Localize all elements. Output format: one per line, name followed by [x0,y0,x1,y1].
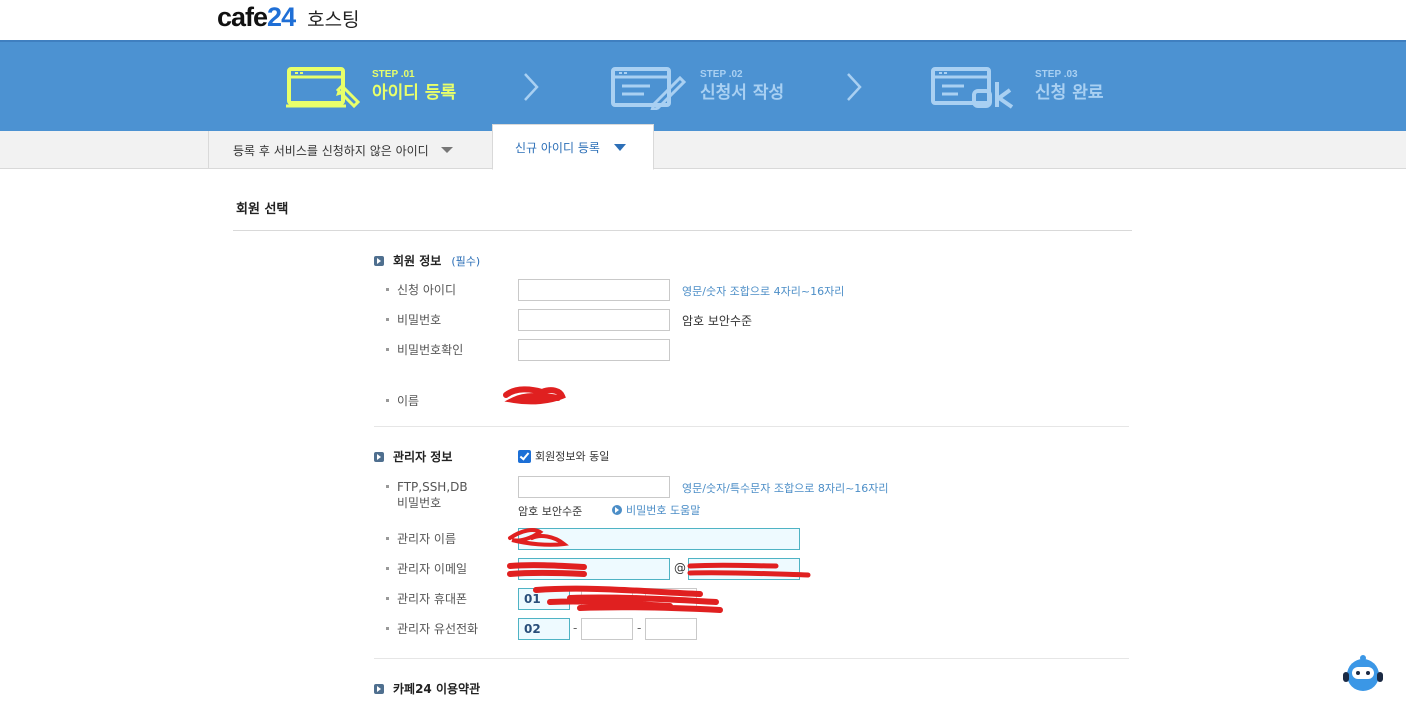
admin-mobile-middle-input[interactable] [581,588,633,610]
ok-icon [930,64,1022,113]
group-divider [374,426,1129,427]
email-at-sign: @ [674,561,686,575]
password-strength-text: 암호 보안수준 [682,314,753,328]
password-confirm-label: 비밀번호확인 [386,342,463,358]
chevron-down-icon [613,143,626,151]
bullet-arrow-icon [374,255,384,266]
admin-info-title: 관리자 정보 [393,450,453,464]
admin-email-domain-input[interactable] [688,558,800,580]
step-2-number: STEP .02 [700,69,743,80]
member-info-title: 회원 정보 [393,254,442,268]
phone-dash-1: - [573,621,578,635]
admin-mobile-last-input[interactable] [645,588,697,610]
step-banner: STEP .01 아이디 등록 STEP .02 신청서 작성 STEP .03… [0,40,1406,131]
step-arrow-1-icon [522,72,540,105]
section-title: 회원 선택 [236,202,289,217]
admin-info-heading: 관리자 정보 [374,448,452,465]
step-arrow-2-icon [845,72,863,105]
apply-id-input[interactable] [518,279,670,301]
chatbot-button[interactable] [1340,654,1386,694]
password-label: 비밀번호 [386,312,441,328]
section-divider [233,230,1132,231]
tab-registered-unused-id[interactable]: 등록 후 서비스를 신청하지 않은 아이디 [208,131,493,169]
admin-mobile-prefix-input[interactable]: 01 [518,588,570,610]
admin-name-label: 관리자 이름 [386,531,456,547]
password-help-link[interactable]: 비밀번호 도움말 [612,502,700,518]
apply-id-label: 신청 아이디 [386,282,456,298]
tab-bar: 등록 후 서비스를 신청하지 않은 아이디 신규 아이디 등록 [0,124,1406,170]
member-info-heading: 회원 정보 (필수) [374,252,480,269]
admin-name-input[interactable] [518,528,800,550]
tab-registered-unused-id-label: 등록 후 서비스를 신청하지 않은 아이디 [233,143,429,158]
admin-email-label: 관리자 이메일 [386,561,467,577]
admin-email-id-input[interactable] [518,558,670,580]
tab-new-id-registration[interactable]: 신규 아이디 등록 [492,124,654,170]
step-1-title: 아이디 등록 [372,83,457,103]
admin-phone-area-input[interactable]: 02 [518,618,570,640]
required-badge: (필수) [451,254,481,268]
password-confirm-input[interactable] [518,339,670,361]
admin-phone-middle-input[interactable] [581,618,633,640]
step-1-number: STEP .01 [372,69,415,80]
step-2-title: 신청서 작성 [700,83,785,103]
tab-new-id-registration-label: 신규 아이디 등록 [515,140,600,155]
terms-heading: 카페24 이용약관 [374,680,480,697]
password-input[interactable] [518,309,670,331]
password-help-label: 비밀번호 도움말 [626,504,701,517]
redaction-scribble [503,386,566,405]
computer-pencil-icon [286,64,361,113]
logo-24-text: 24 [267,2,296,32]
group-divider [374,658,1129,659]
logo-cafe-text: cafe [217,2,268,32]
same-as-member-checkbox[interactable]: 회원정보와 동일 [518,448,609,464]
arrow-circle-icon [612,505,622,515]
ftp-password-label: FTP,SSH,DB 비밀번호 [386,479,468,511]
terms-title: 카페24 이용약관 [393,682,481,696]
ftp-password-hint: 영문/숫자/특수문자 조합으로 8자리~16자리 [682,482,889,495]
step-3-title: 신청 완료 [1035,83,1104,103]
admin-phone-label: 관리자 유선전화 [386,621,478,637]
bullet-arrow-icon [374,451,384,462]
checkbox-checked-icon [518,449,531,463]
top-header: cafe 24 호스팅 [0,0,1406,40]
ftp-password-input[interactable] [518,476,670,498]
chevron-down-icon [440,147,453,153]
bullet-arrow-icon [374,683,384,694]
chatbot-icon [1343,655,1383,691]
cafe24-logo[interactable]: cafe 24 호스팅 [217,2,360,32]
admin-mobile-label: 관리자 휴대폰 [386,591,467,607]
phone-dash-2: - [637,621,642,635]
logo-hosting-text: 호스팅 [307,9,360,31]
name-label: 이름 [386,393,419,409]
apply-id-hint: 영문/숫자 조합으로 4자리~16자리 [682,285,845,298]
admin-phone-last-input[interactable] [645,618,697,640]
step-3-number: STEP .03 [1035,69,1078,80]
same-as-member-label: 회원정보와 동일 [535,450,610,463]
form-pencil-icon [610,64,688,113]
ftp-password-strength-text: 암호 보안수준 [518,505,583,518]
